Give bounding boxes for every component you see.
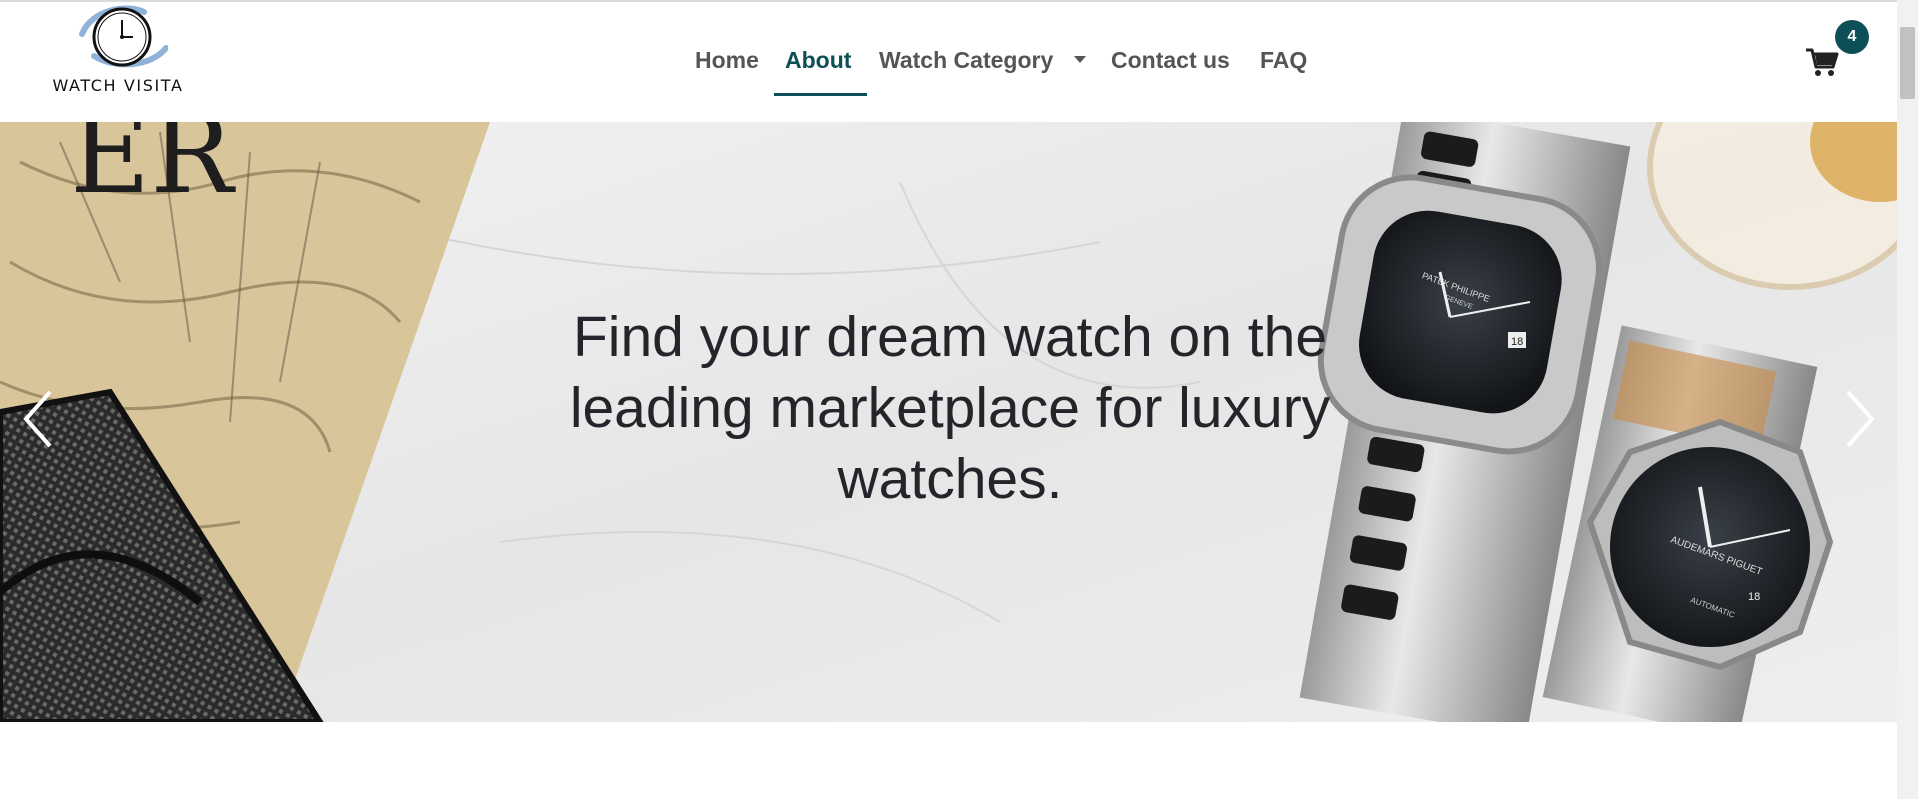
chevron-right-icon [1846, 390, 1875, 448]
main-nav: Home About Watch Category Contact us FAQ [0, 2, 1897, 122]
nav-watch-category[interactable]: Watch Category [879, 47, 1053, 74]
page-scrollbar[interactable] [1897, 0, 1918, 799]
nav-faq[interactable]: FAQ [1260, 47, 1307, 74]
watch-1-date: 18 [1511, 336, 1523, 348]
active-nav-indicator [774, 93, 867, 96]
navbar: WATCH VISITA Home About Watch Category C… [0, 2, 1897, 122]
svg-text:ER: ER [70, 122, 236, 218]
hero-carousel: ER PATEK PHILIPPE GENEVE 18 AUDEMARS PIG… [0, 122, 1897, 722]
chevron-left-icon [23, 390, 52, 448]
nav-about[interactable]: About [785, 47, 851, 74]
carousel-prev-button[interactable] [8, 384, 68, 454]
nav-home[interactable]: Home [695, 47, 759, 74]
hero-headline: Find your dream watch on the leading mar… [569, 305, 1331, 511]
cart-count-badge: 4 [1835, 20, 1869, 54]
cart-button[interactable] [1805, 46, 1839, 78]
page: WATCH VISITA Home About Watch Category C… [0, 0, 1897, 799]
scrollbar-thumb[interactable] [1900, 27, 1915, 99]
nav-contact-us[interactable]: Contact us [1111, 47, 1230, 74]
watch-2-date: 18 [1748, 591, 1760, 603]
chevron-down-icon[interactable] [1074, 56, 1086, 63]
carousel-next-button[interactable] [1830, 384, 1890, 454]
shopping-cart-icon [1806, 48, 1839, 76]
